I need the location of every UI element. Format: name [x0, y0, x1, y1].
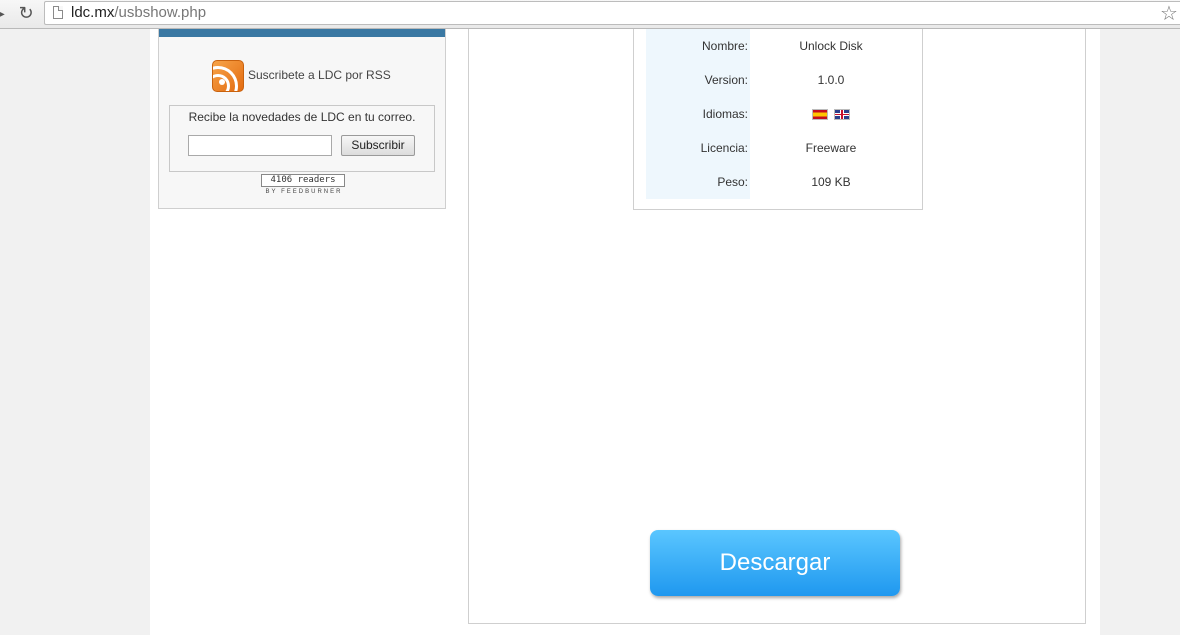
browser-toolbar: ▶ ↻ ldc.mx/usbshow.php ☆: [0, 0, 1180, 29]
info-table: Nombre: Unlock Disk Version: 1.0.0 Idiom…: [633, 29, 923, 210]
info-label: Idiomas:: [646, 97, 750, 131]
email-field[interactable]: [188, 135, 332, 156]
newsletter-text: Recibe la novedades de LDC en tu correo.: [188, 110, 416, 124]
bookmark-star-icon[interactable]: ☆: [1158, 2, 1180, 26]
info-row-name: Nombre: Unlock Disk: [646, 29, 916, 63]
info-value: Freeware: [805, 141, 857, 155]
info-label: Version:: [646, 63, 750, 97]
subscribe-button[interactable]: Subscribir: [341, 135, 415, 156]
readers-count: 4106 readers: [261, 174, 345, 187]
url-path: /usbshow.php: [114, 4, 207, 21]
info-row-license: Licencia: Freeware: [646, 131, 916, 165]
info-value: Unlock Disk: [799, 39, 863, 53]
rss-icon[interactable]: [212, 60, 244, 92]
feedburner-label: BY FEEDBURNER: [265, 189, 343, 195]
info-row-version: Version: 1.0.0: [646, 63, 916, 97]
page-icon: [53, 6, 63, 19]
info-row-languages: Idiomas:: [646, 97, 916, 131]
address-bar[interactable]: ldc.mx/usbshow.php ☆: [44, 1, 1180, 25]
download-button[interactable]: Descargar: [650, 530, 900, 596]
info-value: 109 KB: [811, 175, 851, 189]
rss-link[interactable]: Suscribete a LDC por RSS: [248, 68, 391, 82]
es-flag-icon: [812, 109, 828, 121]
info-value: [750, 97, 912, 131]
info-label: Licencia:: [646, 131, 750, 165]
page-content: Suscribete a LDC por RSS Recibe la noved…: [150, 29, 1100, 635]
newsletter-form: Recibe la novedades de LDC en tu correo.…: [169, 105, 435, 172]
gb-flag-icon: [834, 109, 850, 121]
widget-header-bar: [159, 29, 445, 37]
subscribe-widget: Suscribete a LDC por RSS Recibe la noved…: [158, 29, 446, 209]
feedburner-badge[interactable]: 4106 readers BY FEEDBURNER: [261, 174, 347, 198]
reload-icon[interactable]: ↻: [16, 3, 36, 23]
back-arrow-icon[interactable]: ▶: [0, 5, 8, 21]
main-panel: Nombre: Unlock Disk Version: 1.0.0 Idiom…: [468, 29, 1086, 624]
url-host: ldc.mx: [71, 4, 115, 21]
info-label: Nombre:: [646, 29, 750, 63]
info-label: Peso:: [646, 165, 750, 199]
url-text[interactable]: ldc.mx/usbshow.php: [71, 4, 206, 22]
info-value: 1.0.0: [817, 73, 845, 87]
info-row-size: Peso: 109 KB: [646, 165, 916, 199]
